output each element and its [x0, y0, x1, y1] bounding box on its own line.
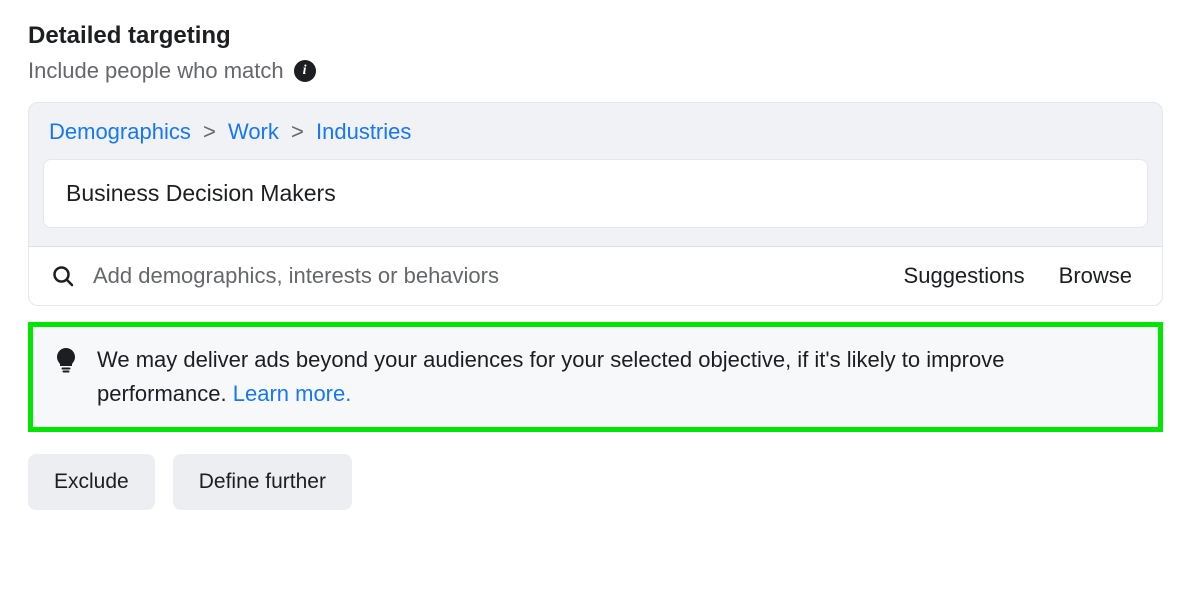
learn-more-link[interactable]: Learn more. — [233, 381, 352, 406]
define-further-button[interactable]: Define further — [173, 454, 352, 510]
selected-targeting-item[interactable]: Business Decision Makers — [43, 159, 1148, 228]
suggestions-button[interactable]: Suggestions — [896, 263, 1033, 289]
targeting-box: Demographics > Work > Industries Busines… — [28, 102, 1163, 306]
lightbulb-icon — [55, 347, 77, 378]
breadcrumb-demographics[interactable]: Demographics — [49, 119, 191, 144]
breadcrumb-industries[interactable]: Industries — [316, 119, 411, 144]
search-row: Suggestions Browse — [29, 246, 1162, 305]
breadcrumb-work[interactable]: Work — [228, 119, 279, 144]
browse-button[interactable]: Browse — [1051, 263, 1140, 289]
exclude-button[interactable]: Exclude — [28, 454, 155, 510]
breadcrumb-separator: > — [291, 119, 304, 144]
audience-notice: We may deliver ads beyond your audiences… — [28, 322, 1163, 432]
breadcrumb: Demographics > Work > Industries — [29, 103, 1162, 159]
button-row: Exclude Define further — [28, 454, 1163, 510]
subheading-row: Include people who match i — [28, 58, 1163, 84]
breadcrumb-separator: > — [203, 119, 216, 144]
notice-text: We may deliver ads beyond your audiences… — [97, 343, 1136, 411]
section-title: Detailed targeting — [28, 22, 1163, 50]
search-icon — [51, 264, 75, 288]
info-icon[interactable]: i — [294, 60, 316, 82]
search-input[interactable] — [93, 263, 878, 289]
subheading-text: Include people who match — [28, 58, 284, 84]
